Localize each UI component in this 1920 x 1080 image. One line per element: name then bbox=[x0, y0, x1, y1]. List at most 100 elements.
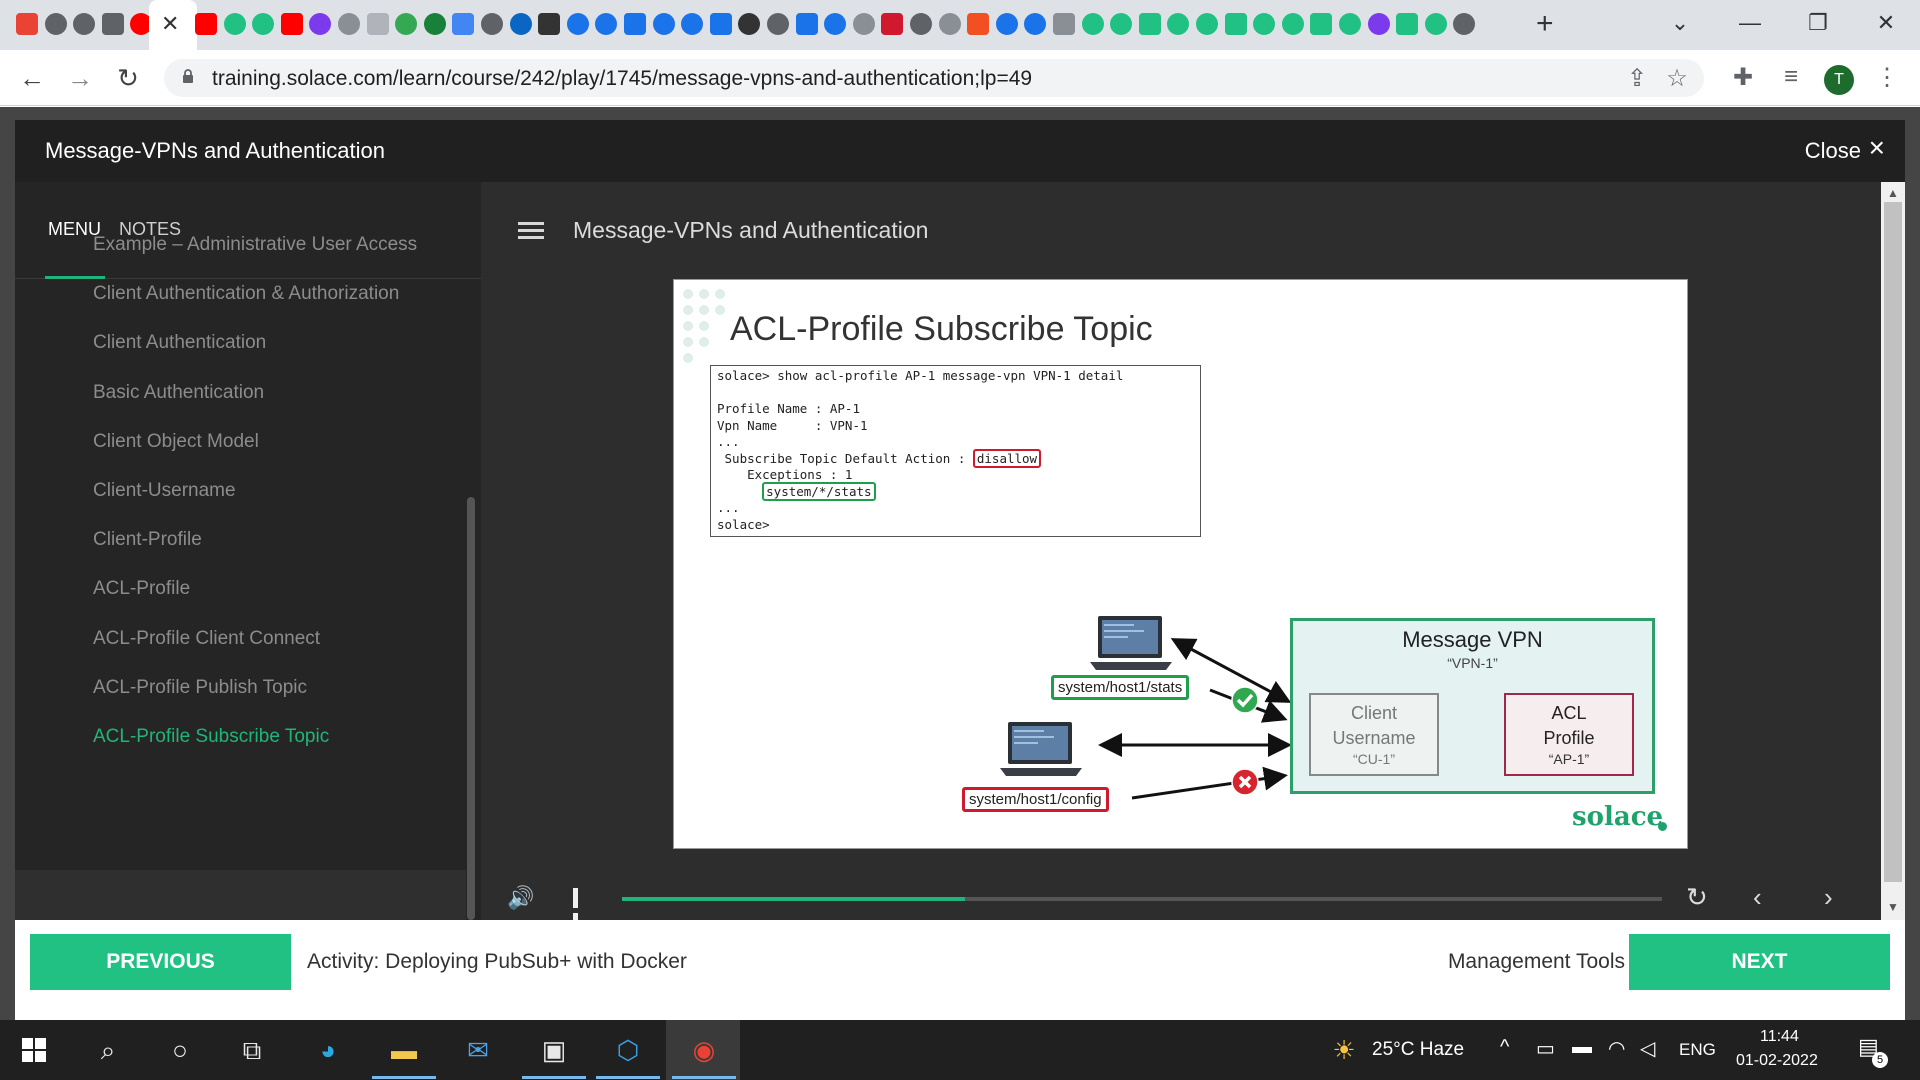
meet-icon[interactable]: ▭ bbox=[1536, 1036, 1555, 1061]
tab-favicon[interactable] bbox=[652, 13, 675, 35]
terminal-icon[interactable]: ▣ bbox=[536, 1032, 572, 1068]
window-close-icon[interactable]: ✕ bbox=[1866, 8, 1906, 38]
tab-favicon[interactable] bbox=[1367, 13, 1390, 35]
edge-icon[interactable]: ◕ bbox=[310, 1032, 346, 1068]
tab-favicon[interactable] bbox=[252, 13, 275, 35]
tab-favicon[interactable] bbox=[910, 13, 932, 35]
content-scrollbar[interactable]: ▲ ▼ bbox=[1881, 182, 1905, 920]
tab-favicon[interactable] bbox=[738, 13, 761, 35]
sidebar-menu-item[interactable]: Client Object Model bbox=[93, 431, 259, 453]
tab-search-icon[interactable]: ⌄ bbox=[1660, 8, 1700, 38]
sidebar-menu-item[interactable]: ACL-Profile Publish Topic bbox=[93, 677, 307, 699]
tab-favicon[interactable] bbox=[73, 13, 96, 35]
tray-chevron-icon[interactable]: ^ bbox=[1500, 1036, 1509, 1059]
chrome-icon[interactable]: ◉ bbox=[686, 1032, 722, 1068]
close-button[interactable]: Close bbox=[1805, 138, 1861, 164]
tab-favicon[interactable] bbox=[852, 13, 875, 35]
speaker-icon[interactable]: ◁ bbox=[1640, 1036, 1655, 1061]
media-control-icon[interactable]: ≡ bbox=[1776, 63, 1806, 91]
clock-date[interactable]: 01-02-2022 bbox=[1736, 1052, 1818, 1070]
sidebar-menu-item[interactable]: Client-Profile bbox=[93, 529, 202, 551]
next-slide-icon[interactable]: › bbox=[1824, 882, 1833, 912]
tab-favicon[interactable] bbox=[938, 13, 961, 35]
sidebar-menu-item[interactable]: ACL-Profile bbox=[93, 578, 190, 600]
tab-favicon[interactable] bbox=[624, 13, 646, 35]
tab-favicon[interactable] bbox=[101, 13, 124, 35]
sidebar-menu-item[interactable]: Example – Administrative User Access bbox=[93, 234, 417, 256]
tab-close-icon[interactable]: ✕ bbox=[161, 10, 179, 38]
tab-favicon[interactable] bbox=[16, 13, 38, 35]
address-bar[interactable]: training.solace.com/learn/course/242/pla… bbox=[164, 59, 1704, 97]
tab-favicon[interactable] bbox=[566, 13, 589, 35]
minimize-icon[interactable]: — bbox=[1730, 8, 1770, 38]
tab-favicon[interactable] bbox=[967, 13, 990, 35]
profile-avatar[interactable]: T bbox=[1824, 65, 1854, 95]
tab-favicon[interactable] bbox=[1167, 13, 1190, 35]
search-icon[interactable]: ⌕ bbox=[90, 1032, 126, 1068]
reload-icon[interactable]: ↻ bbox=[112, 62, 144, 94]
tab-favicon[interactable] bbox=[1024, 13, 1047, 35]
volume-icon[interactable]: 🔊 bbox=[507, 885, 534, 911]
tab-favicon[interactable] bbox=[595, 13, 618, 35]
cortana-icon[interactable]: ○ bbox=[162, 1032, 198, 1068]
bookmark-star-icon[interactable]: ☆ bbox=[1662, 64, 1692, 93]
tab-favicon[interactable] bbox=[309, 13, 332, 35]
weather-text[interactable]: 25°C Haze bbox=[1372, 1039, 1464, 1061]
replay-icon[interactable]: ↻ bbox=[1686, 882, 1708, 912]
scroll-up-icon[interactable]: ▲ bbox=[1887, 186, 1899, 200]
sidebar-menu-item[interactable]: ACL-Profile Subscribe Topic bbox=[93, 726, 329, 748]
sidebar-menu-item[interactable]: Client Authentication & Authorization bbox=[93, 283, 399, 305]
menu-kebab-icon[interactable]: ⋮ bbox=[1872, 63, 1902, 92]
battery-icon[interactable]: ▬ bbox=[1572, 1036, 1592, 1059]
tab-favicon[interactable] bbox=[395, 13, 418, 35]
tab-favicon[interactable] bbox=[1081, 13, 1104, 35]
tab-favicon[interactable] bbox=[1396, 13, 1419, 35]
url-text[interactable]: training.solace.com/learn/course/242/pla… bbox=[212, 67, 1032, 91]
extensions-icon[interactable]: ✚ bbox=[1728, 63, 1758, 92]
weather-icon[interactable]: ☀ bbox=[1326, 1032, 1362, 1068]
tab-favicon[interactable] bbox=[1110, 13, 1133, 35]
tab-favicon[interactable] bbox=[1253, 13, 1276, 35]
sidebar-menu-item[interactable]: Client-Username bbox=[93, 480, 236, 502]
wifi-icon[interactable]: ◠ bbox=[1608, 1036, 1625, 1061]
clock-time[interactable]: 11:44 bbox=[1760, 1028, 1799, 1046]
back-icon[interactable]: ← bbox=[16, 62, 48, 94]
app-cube-icon[interactable]: ⬡ bbox=[610, 1032, 646, 1068]
tab-favicon[interactable] bbox=[509, 13, 532, 35]
progress-bar[interactable] bbox=[622, 897, 1662, 901]
sidebar-scrollbar[interactable] bbox=[467, 497, 475, 920]
tab-favicon[interactable] bbox=[1138, 13, 1161, 35]
tab-favicon[interactable] bbox=[223, 13, 246, 35]
scrollbar-thumb[interactable] bbox=[1884, 202, 1902, 882]
scroll-down-icon[interactable]: ▼ bbox=[1887, 900, 1899, 914]
tab-favicon[interactable] bbox=[1424, 13, 1447, 35]
next-button[interactable]: NEXT bbox=[1629, 934, 1890, 990]
sidebar-menu-item[interactable]: Client Authentication bbox=[93, 332, 266, 354]
pause-icon[interactable] bbox=[573, 888, 587, 933]
tab-favicon[interactable] bbox=[366, 13, 389, 35]
tab-favicon[interactable] bbox=[280, 13, 303, 35]
hamburger-menu-icon[interactable] bbox=[518, 222, 544, 240]
tab-favicon[interactable] bbox=[423, 13, 446, 35]
next-lesson-title[interactable]: Management Tools bbox=[1448, 950, 1625, 974]
tab-favicon[interactable] bbox=[681, 13, 704, 35]
restore-icon[interactable]: ❐ bbox=[1798, 8, 1838, 38]
tab-favicon[interactable] bbox=[1453, 13, 1476, 35]
tab-favicon[interactable] bbox=[452, 13, 475, 35]
language-indicator[interactable]: ENG bbox=[1679, 1040, 1716, 1060]
tab-favicon[interactable] bbox=[538, 13, 561, 35]
tab-favicon[interactable] bbox=[881, 13, 904, 35]
tab-favicon[interactable] bbox=[995, 13, 1018, 35]
previous-lesson-title[interactable]: Activity: Deploying PubSub+ with Docker bbox=[307, 950, 687, 974]
tab-favicon[interactable] bbox=[824, 13, 847, 35]
mail-icon[interactable]: ✉ bbox=[460, 1032, 496, 1068]
windows-start-icon[interactable] bbox=[22, 1038, 46, 1062]
tab-favicon[interactable] bbox=[1281, 13, 1304, 35]
tab-favicon[interactable] bbox=[709, 13, 732, 35]
share-icon[interactable]: ⇪ bbox=[1622, 64, 1652, 93]
new-tab-button[interactable]: + bbox=[1536, 8, 1554, 40]
tab-favicon[interactable] bbox=[1196, 13, 1218, 35]
close-icon[interactable]: × bbox=[1869, 134, 1885, 162]
tab-favicon[interactable] bbox=[1053, 13, 1075, 35]
tab-favicon[interactable] bbox=[795, 13, 818, 35]
